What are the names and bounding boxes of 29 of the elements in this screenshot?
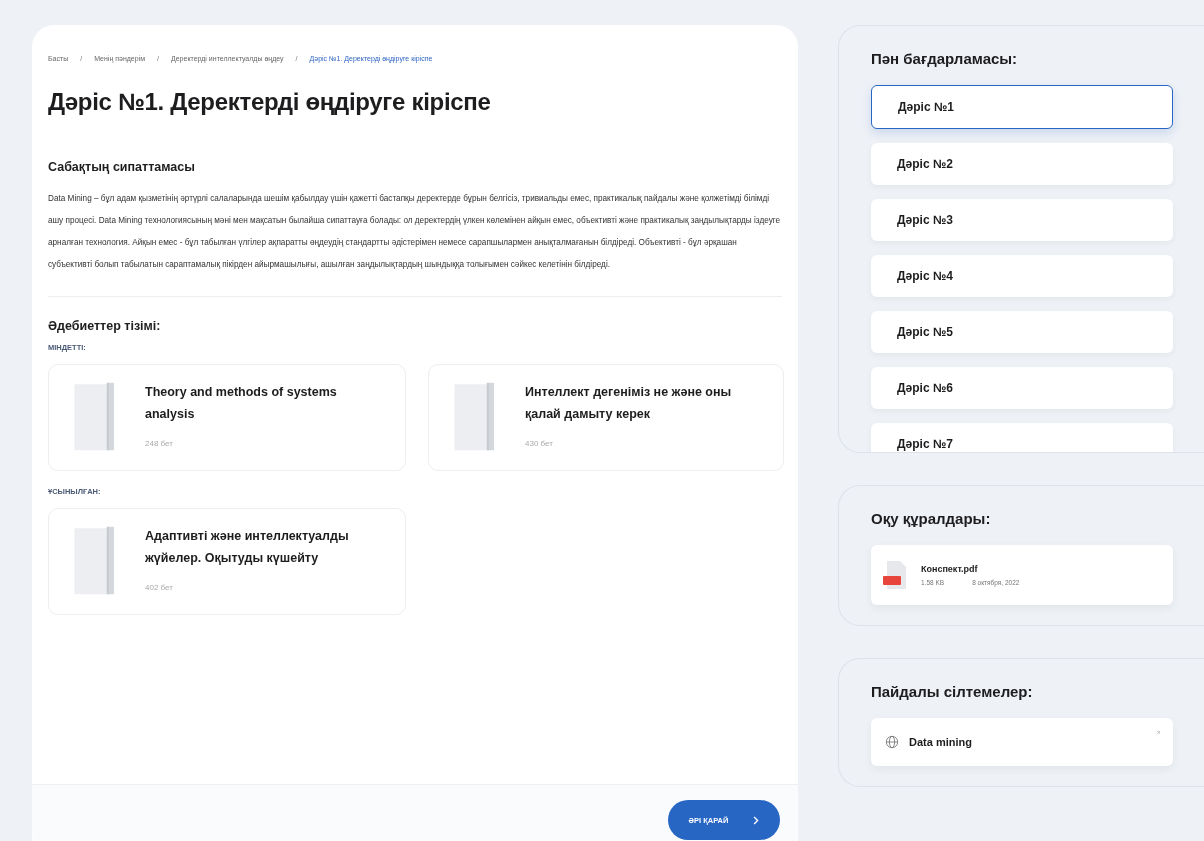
page-count: 248 бет	[145, 439, 174, 448]
book-title: Адаптивті және интеллектуалды жүйелер. Оқытуды күшейту	[145, 528, 350, 567]
lesson-item[interactable]: Дәріс №5	[871, 311, 1173, 353]
book-title: Интеллект дегеніміз не және оны қалай дамыту керек	[525, 384, 733, 423]
pdf-file-icon	[883, 560, 909, 590]
lesson-item[interactable]: Дәріс №4	[871, 255, 1173, 297]
link-card[interactable]: Data mining	[871, 718, 1173, 766]
book-title: Theory and methods of systems analysis	[145, 384, 338, 423]
file-name: Конспект.pdf	[921, 564, 979, 574]
chevron-right-icon	[752, 814, 760, 826]
description-paragraph: Data Mining – бұл адам қызметінің әртүрлі салаларында шешім қабылдау үшін қажетті бастапқы деректерде бұрын белгісіз, тривиальды емес, практикалық пайдалы және қолжетімді білімді ашу процесі. Data Mining технологиясының мәні мен мақсатын былайша сипаттауға болады: ол деректердің үлкен көлемінен айқын емес, объективті және практикалық заңдылықтарды іздеуге арналған технология. Айқын емес - бұл табылған үлгілер ақпаратты өңдеудің стандартты әдістерімен немесе сарапшылармен анықталмағанын білдіреді. Объективті - бұл әрқашан субъективті болып табылатын сараптамалық пікірден айырмашылығы, ашылған заңдылықтардың шындыққа толығымен сәйкес келетінін білдіреді.	[48, 193, 782, 271]
section-heading: Сабақтың сипаттамасы	[48, 160, 196, 174]
page-title: Дәріс №1. Деректерді өңдіруге кіріспе	[48, 88, 492, 116]
lesson-item[interactable]: Дәріс №1	[871, 85, 1173, 129]
section-heading: Әдебиеттер тізімі:	[48, 319, 162, 333]
lesson-item[interactable]: Дәріс №7	[871, 423, 1173, 452]
page-count: 430 бет	[525, 439, 554, 448]
lesson-item[interactable]: Дәріс №6	[871, 367, 1173, 409]
panel-heading: Оқу құралдары:	[871, 510, 992, 527]
panel-heading: Пән бағдарламасы:	[871, 50, 1019, 67]
panel-heading: Пайдалы сілтемелер:	[871, 683, 1034, 700]
lesson-item[interactable]: Дәріс №3	[871, 199, 1173, 241]
book-card[interactable]: Адаптивті және интеллектуалды жүйелер. Оқытуды күшейту 402 бет	[48, 508, 406, 615]
page-count: 402 бет	[145, 583, 174, 592]
book-card[interactable]: Интеллект дегеніміз не және оны қалай дамыту керек 430 бет	[428, 364, 784, 471]
external-link-icon	[1155, 730, 1161, 736]
book-card[interactable]: Theory and methods of systems analysis 248 бет	[48, 364, 406, 471]
lesson-item[interactable]: Дәріс №2	[871, 143, 1173, 185]
globe-icon	[885, 735, 899, 749]
